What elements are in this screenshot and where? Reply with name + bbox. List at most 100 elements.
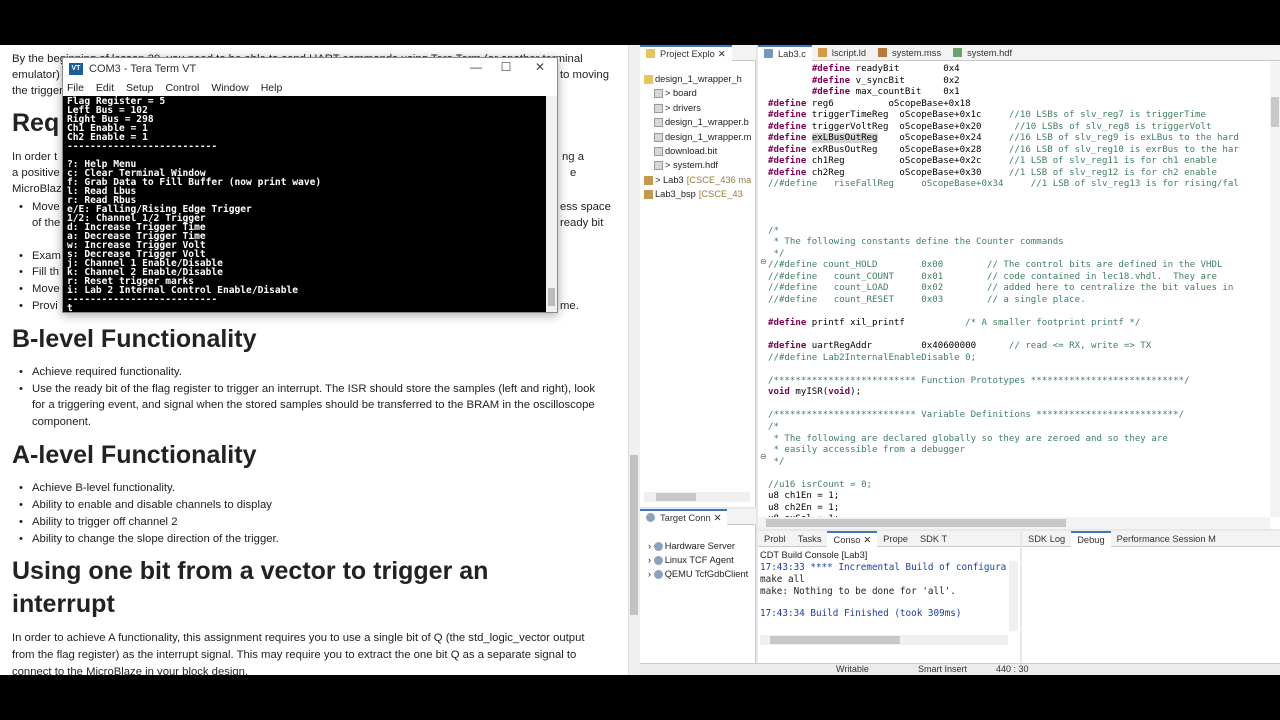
menu-control[interactable]: Control <box>165 82 199 94</box>
editor-tabbar: Lab3.c lscript.ld system.mss system.hdf <box>758 45 1280 61</box>
list-item: Move <box>19 281 59 297</box>
doc-text: a positive e <box>12 167 70 179</box>
project-icon <box>644 175 653 185</box>
tree-item[interactable]: Lab3_bsp [CSCE_43 <box>644 189 743 200</box>
tab-label: Prope <box>883 533 908 544</box>
menu-help[interactable]: Help <box>261 82 283 94</box>
tab-system-hdf[interactable]: system.hdf <box>947 45 1018 61</box>
tab-performance-session[interactable]: Performance Session M <box>1111 531 1222 547</box>
tree-item[interactable]: > board <box>654 88 697 99</box>
minimize-icon[interactable]: — <box>461 60 491 74</box>
list-item: Ability to change the slope direction of… <box>19 531 279 547</box>
console-vscroll[interactable] <box>1009 561 1018 631</box>
tab-project-explorer[interactable]: Project Explo ✕ <box>640 45 732 61</box>
tree-label: Hardware Server <box>664 541 735 551</box>
code-editor[interactable]: Lab3.c lscript.ld system.mss system.hdf … <box>758 45 1280 529</box>
tree-item-qemu[interactable]: › QEMU TcfGdbClient <box>648 569 749 580</box>
doc-text: In order t <box>12 151 58 163</box>
tree-item-linux-tcf[interactable]: › Linux TCF Agent <box>648 555 734 566</box>
tab-sdk-log[interactable]: SDK Log <box>1022 531 1071 547</box>
tree-item[interactable]: > Lab3 [CSCE_436 ma <box>644 175 751 185</box>
status-insert: Smart Insert <box>918 664 968 674</box>
doc-scroll-thumb[interactable] <box>630 455 638 615</box>
editor-hscroll[interactable] <box>758 517 1270 529</box>
tab-sdk-terminal[interactable]: SDK T <box>914 531 953 547</box>
tab-console[interactable]: Conso ✕ <box>827 530 878 548</box>
tab-lab3-c[interactable]: Lab3.c <box>758 45 812 61</box>
section-heading: A-level Functionality <box>12 441 257 469</box>
list-item: Use the ready bit of the flag register t… <box>19 381 595 397</box>
menu-window[interactable]: Window <box>211 82 248 94</box>
server-icon <box>653 570 663 580</box>
project-explorer-tabbar: Project Explo ✕ <box>640 45 756 61</box>
editor-vscroll-thumb[interactable] <box>1271 97 1279 127</box>
tab-label: system.hdf <box>967 47 1013 58</box>
tab-properties[interactable]: Prope <box>877 531 914 547</box>
hdf-file-icon <box>953 48 963 57</box>
tree-item[interactable]: design_1_wrapper_h <box>644 74 742 85</box>
tab-target-connections[interactable]: Target Conn ✕ <box>640 508 728 526</box>
section-heading: B-level Functionality <box>12 325 257 353</box>
console-hscroll-thumb[interactable] <box>770 636 900 644</box>
file-icon <box>654 103 663 113</box>
fold-icon[interactable]: ⊖ <box>760 452 767 461</box>
doc-text: from the flag register) as the interrupt… <box>12 649 577 661</box>
console-panel: Probl Tasks Conso ✕ Prope SDK T CDT Build… <box>758 530 1020 675</box>
maximize-icon[interactable]: ☐ <box>491 60 521 74</box>
explorer-hscroll[interactable] <box>644 492 750 502</box>
explorer-hscroll-thumb[interactable] <box>656 493 696 501</box>
tree-item[interactable]: download.bit <box>654 146 717 157</box>
editor-hscroll-thumb[interactable] <box>766 519 1066 527</box>
tree-label: > board <box>665 88 697 99</box>
eclipse-ide: Project Explo ✕ design_1_wrapper_h > boar… <box>640 45 1280 675</box>
list-item: Ability to trigger off channel 2 <box>19 514 178 530</box>
doc-text: to moving <box>560 69 609 81</box>
file-icon <box>654 132 663 142</box>
close-icon[interactable]: ✕ <box>718 46 726 62</box>
tree-label: Lab3_bsp <box>655 189 696 200</box>
file-icon <box>654 118 663 128</box>
tree-label: QEMU TcfGdbClient <box>664 569 749 579</box>
code-text[interactable]: #define readyBit 0x4 #define v_syncBit 0… <box>768 64 1239 526</box>
close-icon[interactable]: ✕ <box>714 510 722 526</box>
server-icon <box>653 556 663 566</box>
tree-item[interactable]: design_1_wrapper.b <box>654 117 749 128</box>
console-hscroll[interactable] <box>760 635 1008 645</box>
terminal-output[interactable]: Flag Register = 5 Left Bus = 102 Right Bus… <box>63 96 547 312</box>
tree-label-repo: [CSCE_436 ma <box>686 174 752 185</box>
tab-label: Lab3.c <box>778 48 806 59</box>
teraterm-titlebar[interactable]: VT COM3 - Tera Term VT — ☐ ✕ <box>63 58 557 80</box>
doc-text: e <box>570 167 577 179</box>
tab-tasks[interactable]: Tasks <box>792 531 828 547</box>
teraterm-window[interactable]: VT COM3 - Tera Term VT — ☐ ✕ File Edit S… <box>62 57 558 313</box>
terminal-scroll-thumb[interactable] <box>548 288 555 306</box>
doc-text: ng a <box>562 151 584 163</box>
tree-item[interactable]: > drivers <box>654 103 701 113</box>
tree-item[interactable]: design_1_wrapper.m <box>654 132 751 142</box>
doc-scrollbar[interactable] <box>628 45 640 675</box>
tree-item-hardware-server[interactable]: › Hardware Server <box>648 541 735 552</box>
doc-text: for a triggering event, and signal when … <box>32 399 595 411</box>
project-explorer: Project Explo ✕ design_1_wrapper_h > boar… <box>640 45 756 507</box>
menu-file[interactable]: File <box>67 82 84 94</box>
tree-label: > drivers <box>665 102 701 113</box>
menu-edit[interactable]: Edit <box>96 82 114 94</box>
mss-file-icon <box>878 48 888 57</box>
fold-icon[interactable]: ⊖ <box>760 257 767 266</box>
menu-setup[interactable]: Setup <box>126 82 153 94</box>
tab-lscript[interactable]: lscript.ld <box>812 45 872 61</box>
tab-debug[interactable]: Debug <box>1071 530 1111 547</box>
close-icon[interactable]: ✕ <box>863 532 871 548</box>
tab-problems[interactable]: Probl <box>758 531 792 547</box>
tab-system-mss[interactable]: system.mss <box>872 45 947 61</box>
close-icon[interactable]: ✕ <box>525 60 555 74</box>
terminal-line: l: Read Lbus <box>67 186 137 197</box>
tree-label: Linux TCF Agent <box>664 555 734 565</box>
tree-item[interactable]: > system.hdf <box>654 160 718 171</box>
c-file-icon <box>764 49 773 58</box>
tree-label: design_1_wrapper.b <box>665 117 749 128</box>
editor-vscroll[interactable] <box>1270 61 1280 517</box>
tab-label: system.mss <box>892 47 942 58</box>
terminal-scrollbar[interactable] <box>546 96 557 312</box>
console-line: 17:43:34 Build Finished (took 309ms) <box>760 608 962 619</box>
